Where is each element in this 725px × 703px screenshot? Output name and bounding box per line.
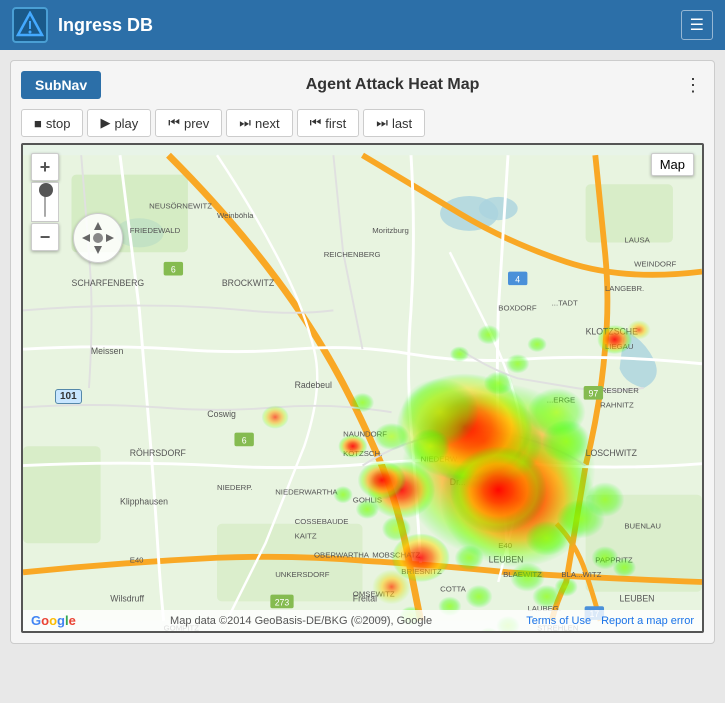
svg-text:LAUSA: LAUSA: [624, 236, 650, 245]
map-svg: Meissen Coswig Radebeul KLOTZSCHE LOSCHW…: [23, 145, 702, 631]
svg-text:BRIESNITZ: BRIESNITZ: [401, 567, 442, 576]
zoom-in-button[interactable]: +: [31, 153, 59, 181]
svg-text:NIEDERP.: NIEDERP.: [217, 483, 253, 492]
brand: Ingress DB: [12, 7, 153, 43]
svg-text:NEUSÖRNEWITZ: NEUSÖRNEWITZ: [149, 202, 212, 211]
first-button[interactable]: ⏮ first: [297, 109, 360, 137]
stop-icon: ■: [34, 116, 42, 131]
svg-text:UNKERSDORF: UNKERSDORF: [275, 570, 330, 579]
svg-text:FRIEDEWALD: FRIEDEWALD: [130, 226, 181, 235]
attribution-text: Map data ©2014 GeoBasis-DE/BKG (©2009), …: [170, 615, 432, 627]
svg-text:GOHLIS: GOHLIS: [353, 495, 382, 504]
pan-ring[interactable]: [73, 213, 123, 263]
svg-text:NIEDERWARTHA: NIEDERWARTHA: [275, 488, 338, 497]
svg-text:Weinböhla: Weinböhla: [217, 211, 254, 220]
svg-text:Klipphausen: Klipphausen: [120, 496, 168, 506]
svg-text:KLOTZSCHE: KLOTZSCHE: [586, 327, 639, 337]
svg-text:LOSCHWITZ: LOSCHWITZ: [586, 448, 638, 458]
svg-text:COSSEBAUDE: COSSEBAUDE: [295, 517, 349, 526]
svg-text:BOXDORF: BOXDORF: [498, 303, 537, 312]
report-link[interactable]: Report a map error: [601, 615, 694, 627]
route-101-badge: 101: [55, 389, 82, 404]
svg-text:RAHNITZ: RAHNITZ: [600, 400, 634, 409]
svg-text:LEUBEN: LEUBEN: [489, 555, 524, 565]
svg-text:Moritzburg: Moritzburg: [372, 226, 409, 235]
svg-text:OMSEWITZ: OMSEWITZ: [353, 590, 395, 599]
svg-text:6: 6: [242, 435, 247, 445]
play-icon: ▶: [100, 115, 110, 131]
svg-text:Coswig: Coswig: [207, 409, 236, 419]
svg-text:BLA...WITZ: BLA...WITZ: [561, 570, 601, 579]
terms-link[interactable]: Terms of Use: [526, 615, 591, 627]
subnav-row: SubNav Agent Attack Heat Map ⋮: [21, 71, 704, 99]
svg-text:MOBSCHATZ: MOBSCHATZ: [372, 551, 420, 560]
svg-text:WEINDORF: WEINDORF: [634, 260, 676, 269]
svg-text:KÖTZSCH.: KÖTZSCH.: [343, 449, 382, 458]
svg-text:E40: E40: [130, 556, 144, 565]
navbar: Ingress DB ☰: [0, 0, 725, 50]
more-options-icon[interactable]: ⋮: [684, 75, 704, 96]
next-icon: ⏭: [239, 115, 251, 131]
svg-text:RÖHRSDORF: RÖHRSDORF: [130, 448, 186, 458]
last-button[interactable]: ⏭ last: [363, 109, 425, 137]
last-icon: ⏭: [376, 115, 388, 131]
svg-text:COTTA: COTTA: [440, 585, 467, 594]
svg-text:OBERWARTHA: OBERWARTHA: [314, 551, 370, 560]
svg-text:LANGEBR.: LANGEBR.: [605, 284, 644, 293]
svg-text:Radebeul: Radebeul: [295, 380, 332, 390]
page-title: Agent Attack Heat Map: [101, 76, 684, 94]
pan-control[interactable]: [73, 213, 123, 263]
svg-text:97: 97: [589, 389, 599, 399]
svg-text:Wilsdruff: Wilsdruff: [110, 593, 144, 603]
svg-text:PAPPRITZ: PAPPRITZ: [595, 556, 633, 565]
svg-text:KAITZ: KAITZ: [295, 531, 317, 540]
controls-row: ■ stop ▶ play ⏮ prev ⏭ next ⏮ first ⏭ la…: [21, 109, 704, 137]
svg-text:Meissen: Meissen: [91, 346, 124, 356]
svg-text:NIEDERW.: NIEDERW.: [421, 455, 459, 464]
svg-text:E40: E40: [498, 541, 512, 550]
svg-text:REICHENBERG: REICHENBERG: [324, 250, 381, 259]
app-logo: [12, 7, 48, 43]
play-button[interactable]: ▶ play: [87, 109, 151, 137]
map-type-button[interactable]: Map: [651, 153, 694, 176]
svg-text:4: 4: [515, 274, 520, 284]
attribution-links: Terms of Use Report a map error: [526, 615, 694, 627]
main-container: SubNav Agent Attack Heat Map ⋮ ■ stop ▶ …: [10, 60, 715, 644]
prev-button[interactable]: ⏮ prev: [155, 109, 222, 137]
zoom-controls: + −: [31, 153, 59, 251]
svg-text:LEUBEN: LEUBEN: [620, 593, 655, 603]
stop-button[interactable]: ■ stop: [21, 109, 83, 137]
svg-text:273: 273: [275, 597, 290, 607]
map-container[interactable]: Meissen Coswig Radebeul KLOTZSCHE LOSCHW…: [21, 143, 704, 633]
svg-text:6: 6: [171, 265, 176, 275]
app-title: Ingress DB: [58, 15, 153, 36]
first-icon: ⏮: [310, 115, 322, 131]
svg-text:BROCKWITZ: BROCKWITZ: [222, 278, 275, 288]
svg-text:LIEGAU: LIEGAU: [605, 342, 633, 351]
zoom-out-button[interactable]: −: [31, 223, 59, 251]
map-background: Meissen Coswig Radebeul KLOTZSCHE LOSCHW…: [23, 145, 702, 631]
prev-icon: ⏮: [168, 115, 180, 131]
hamburger-icon: ☰: [690, 17, 704, 34]
svg-text:BUENLAU: BUENLAU: [624, 522, 661, 531]
next-button[interactable]: ⏭ next: [226, 109, 292, 137]
navbar-toggle-button[interactable]: ☰: [681, 10, 713, 40]
svg-text:...TADT: ...TADT: [552, 299, 578, 308]
logo-icon: [16, 11, 44, 39]
svg-text:BLAEWITZ: BLAEWITZ: [503, 570, 542, 579]
subnav-button[interactable]: SubNav: [21, 71, 101, 99]
pan-arrows-icon: [78, 218, 118, 258]
svg-text:SCHARFENBERG: SCHARFENBERG: [72, 278, 145, 288]
map-attribution: Google Map data ©2014 GeoBasis-DE/BKG (©…: [23, 610, 702, 631]
google-logo: Google: [31, 613, 76, 628]
svg-text:...ERGE: ...ERGE: [547, 396, 575, 405]
svg-text:Dr...: Dr...: [450, 477, 466, 487]
svg-text:NAUNDORF: NAUNDORF: [343, 430, 387, 439]
